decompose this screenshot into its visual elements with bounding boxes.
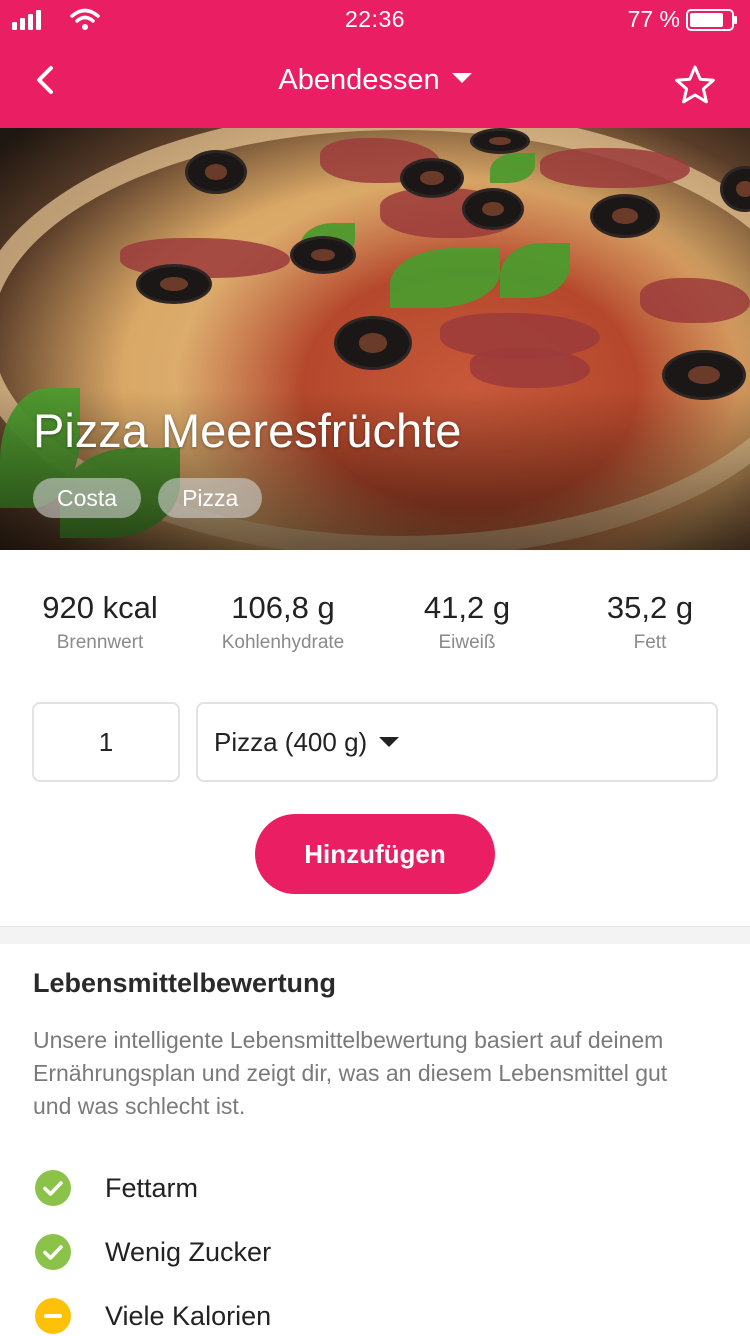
status-bar: 22:36 77 % (0, 0, 750, 40)
app-header: 22:36 77 % Abendessen (0, 0, 750, 128)
battery-icon (686, 9, 737, 31)
topping-olive (185, 150, 247, 194)
caret-down-icon (451, 73, 472, 84)
nav-bar: Abendessen (0, 40, 750, 128)
rating-item-label: Fettarm (105, 1173, 199, 1203)
tag-category[interactable]: Pizza (158, 478, 263, 518)
portion-size-select[interactable]: Pizza (400 g) (196, 702, 718, 782)
add-button[interactable]: Hinzufügen (255, 814, 495, 894)
nutrition-label: Fett (633, 632, 667, 653)
food-title: Pizza Meeresfrüchte (33, 404, 462, 457)
topping-olive (334, 316, 412, 370)
nutrition-summary: 920 kcal Brennwert 106,8 g Kohlenhydrate… (0, 590, 750, 670)
food-tags: Costa Pizza (33, 478, 263, 518)
food-hero-image: Pizza Meeresfrüchte Costa Pizza (0, 128, 750, 550)
topping-ham (640, 278, 750, 323)
quantity-input[interactable]: 1 (32, 702, 180, 782)
nutrition-value: 41,2 g (423, 590, 511, 625)
nutrition-label: Kohlenhydrate (221, 632, 345, 653)
nutrition-fat: 35,2 g Fett (555, 590, 745, 654)
nutrition-value: 106,8 g (231, 590, 335, 625)
nutrition-calories: 920 kcal Brennwert (5, 590, 195, 654)
minus-circle-icon (35, 1298, 71, 1334)
nutrition-value: 920 kcal (42, 590, 158, 625)
nutrition-label: Brennwert (56, 632, 144, 653)
section-divider (0, 926, 750, 944)
topping-ham (540, 148, 690, 188)
nutrition-carbs: 106,8 g Kohlenhydrate (188, 590, 378, 654)
topping-olive (290, 236, 356, 274)
topping-olive (590, 194, 660, 238)
rating-item: Viele Kalorien (33, 1296, 713, 1336)
rating-description: Unsere intelligente Lebensmittelbewertun… (33, 1027, 668, 1119)
topping-olive (400, 158, 464, 198)
portion-size-label: Pizza (400 g) (214, 727, 368, 757)
meal-selector[interactable]: Abendessen (0, 64, 750, 97)
battery-percentage: 77 % (627, 6, 680, 32)
rating-item: Wenig Zucker (33, 1232, 713, 1272)
topping-ham (470, 348, 590, 388)
meal-selector-label: Abendessen (278, 64, 440, 96)
check-circle-icon (35, 1170, 71, 1206)
rating-item: Fettarm (33, 1168, 713, 1208)
check-circle-icon (35, 1234, 71, 1270)
nutrition-label: Eiweiß (438, 632, 496, 653)
caret-down-icon (379, 737, 400, 748)
nutrition-value: 35,2 g (606, 590, 694, 625)
topping-olive (462, 188, 524, 230)
nutrition-protein: 41,2 g Eiweiß (372, 590, 562, 654)
rating-section-title: Lebensmittelbewertung (33, 968, 337, 998)
rating-item-label: Viele Kalorien (105, 1301, 272, 1331)
topping-olive (470, 128, 530, 154)
topping-olive (136, 264, 212, 304)
favorite-button[interactable] (674, 64, 716, 106)
rating-item-label: Wenig Zucker (105, 1237, 272, 1267)
tag-brand[interactable]: Costa (33, 478, 142, 518)
